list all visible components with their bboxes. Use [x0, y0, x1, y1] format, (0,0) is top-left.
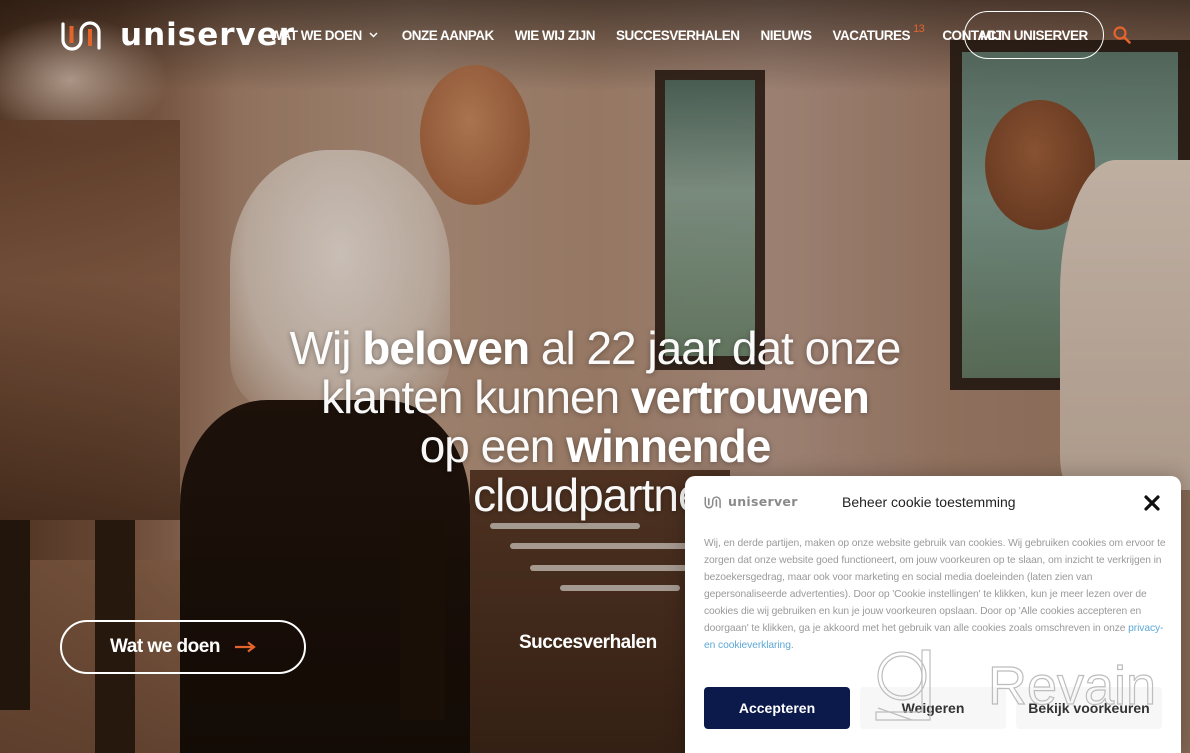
headline-text: klanten kunnen	[321, 371, 631, 423]
nav-label: NIEUWS	[760, 27, 813, 43]
headline-emphasis: vertrouwen	[630, 371, 870, 423]
headline-line-3: op een winnende	[240, 422, 950, 471]
headline-emphasis: beloven	[362, 322, 530, 374]
site-header: uniserver WAT WE DOEN ONZE AANPAK WIE WI…	[0, 0, 1190, 70]
nav-label: WIE WIJ ZIJN	[514, 27, 596, 43]
cookie-dialog-body: Wij, en derde partijen, maken op onze we…	[704, 535, 1166, 654]
cookie-dialog-title: Beheer cookie toestemming	[842, 494, 1016, 510]
cookie-dialog-logo: uniserver	[704, 494, 798, 509]
cookie-body-end: .	[790, 640, 794, 651]
nav-item-onze-aanpak[interactable]: ONZE AANPAK	[401, 27, 495, 43]
headline-text: op een	[419, 420, 567, 472]
close-icon[interactable]	[1142, 493, 1162, 513]
headline-line-1: Wij beloven al 22 jaar dat onze	[240, 324, 950, 373]
nav-item-wie-wij-zijn[interactable]: WIE WIJ ZIJN	[514, 27, 596, 43]
cookie-consent-dialog: uniserver Beheer cookie toestemming Wij,…	[685, 476, 1181, 753]
search-icon[interactable]	[1112, 25, 1132, 45]
headline-emphasis: winnende	[566, 420, 771, 472]
cookie-dialog-actions: Accepteren Weigeren Bekijk voorkeuren	[704, 687, 1162, 729]
nav-item-succesverhalen[interactable]: SUCCESVERHALEN	[616, 28, 740, 43]
accept-cookies-button[interactable]: Accepteren	[704, 687, 850, 729]
site-logo[interactable]: uniserver	[60, 18, 295, 52]
deny-cookies-button[interactable]: Weigeren	[860, 687, 1006, 729]
headline-text: cloudpartner	[473, 469, 718, 521]
mijn-uniserver-button[interactable]: MIJN UNISERVER	[964, 11, 1104, 59]
cookie-body-text: Wij, en derde partijen, maken op onze we…	[704, 538, 1166, 634]
nav-label: SUCCESVERHALEN	[616, 27, 740, 43]
logo-wordmark: uniserver	[120, 16, 296, 53]
wat-we-doen-label: Wat we doen	[110, 636, 220, 657]
vacatures-count-badge: 13	[913, 23, 925, 35]
uniserver-logo-mark-icon	[61, 21, 101, 51]
cookie-logo-wordmark: uniserver	[728, 494, 798, 509]
chevron-down-icon	[369, 32, 378, 38]
main-nav: WAT WE DOEN ONZE AANPAK WIE WIJ ZIJN SUC…	[270, 0, 1004, 70]
wat-we-doen-button[interactable]: Wat we doen	[60, 620, 306, 674]
uniserver-logo-mark-icon	[704, 495, 721, 508]
headline-text: Wij	[289, 322, 363, 374]
headline-text: al 22 jaar dat onze	[529, 322, 902, 374]
view-preferences-button[interactable]: Bekijk voorkeuren	[1016, 687, 1162, 729]
succesverhalen-link[interactable]: Succesverhalen	[519, 632, 657, 654]
nav-label: WAT WE DOEN	[270, 27, 362, 43]
headline-line-2: klanten kunnen vertrouwen	[240, 373, 950, 422]
arrow-right-icon	[234, 641, 256, 653]
nav-label: ONZE AANPAK	[401, 27, 495, 43]
nav-label: VACATURES	[832, 27, 911, 43]
nav-item-vacatures[interactable]: VACATURES 13	[832, 23, 925, 43]
nav-item-wat-we-doen[interactable]: WAT WE DOEN	[270, 28, 378, 43]
nav-item-nieuws[interactable]: NIEUWS	[760, 27, 813, 43]
